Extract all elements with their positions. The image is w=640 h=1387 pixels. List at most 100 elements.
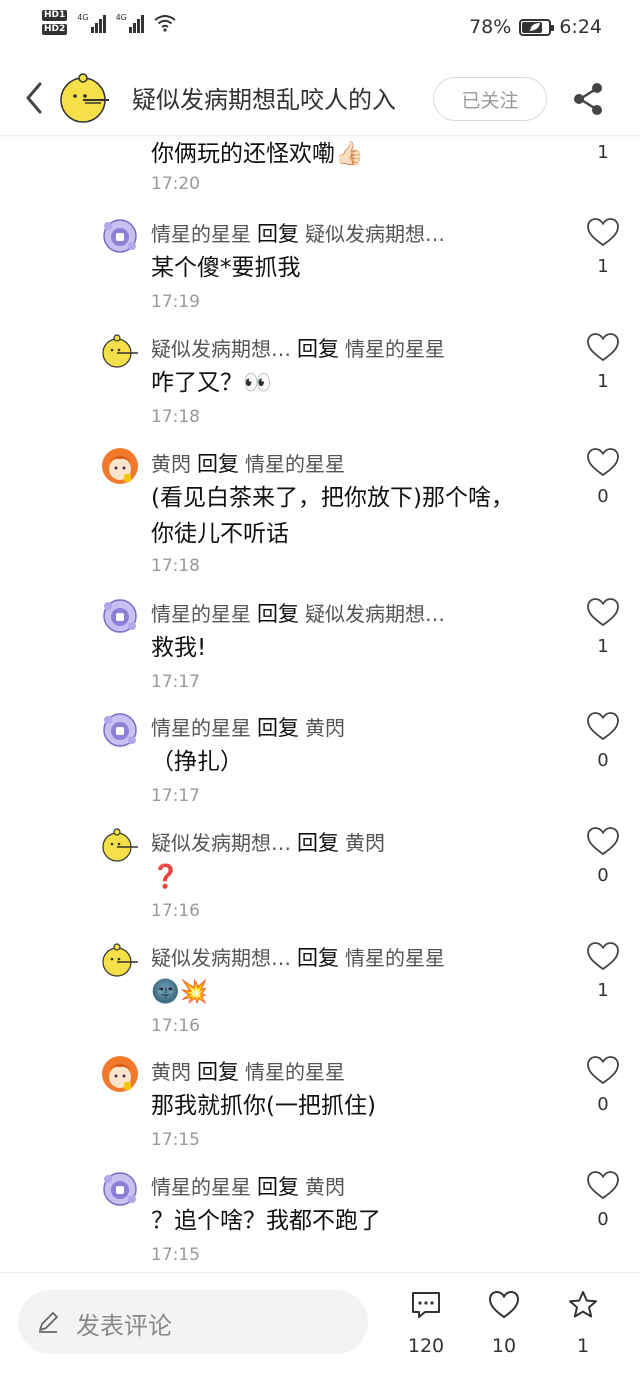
like-count: 1 xyxy=(597,636,609,657)
comment-author[interactable]: 疑似发病期想… xyxy=(151,831,291,855)
reply-label: 回复 xyxy=(257,1175,299,1199)
comments-button[interactable]: 120 xyxy=(396,1289,456,1369)
reply-label: 回复 xyxy=(297,831,339,855)
comments-count: 120 xyxy=(407,1335,445,1357)
like-heart-icon[interactable] xyxy=(586,1054,620,1086)
reply-label: 回复 xyxy=(257,222,299,246)
like-count: 1 xyxy=(597,980,609,1001)
comment-author[interactable]: 黄閃 xyxy=(151,1060,191,1084)
like-heart-icon[interactable] xyxy=(586,216,620,248)
reply-target[interactable]: 情星的星星 xyxy=(345,946,445,970)
signal-icon: 4G xyxy=(77,13,106,33)
comment-text: （挣扎） xyxy=(151,749,243,775)
like-heart-icon[interactable] xyxy=(586,710,620,742)
comment-time: 17:16 xyxy=(151,901,200,921)
likes-count: 10 xyxy=(491,1335,517,1357)
comment-author[interactable]: 情星的星星 xyxy=(151,1175,251,1199)
battery-icon xyxy=(519,18,555,36)
like-button[interactable]: 10 xyxy=(474,1289,534,1369)
comment-text: ❓ xyxy=(151,864,180,890)
comment-author[interactable]: 疑似发病期想… xyxy=(151,337,291,361)
like-heart-icon[interactable] xyxy=(586,446,620,478)
like-count: 1 xyxy=(597,256,609,277)
orange-avatar-icon[interactable] xyxy=(100,1054,140,1094)
follow-button[interactable]: 已关注 xyxy=(433,77,547,121)
like-count: 0 xyxy=(597,1209,609,1230)
comment-meta: 黄閃 回复 情星的星星 xyxy=(151,1056,345,1086)
heart-icon xyxy=(488,1290,520,1319)
reply-target[interactable]: 黄閃 xyxy=(305,1175,345,1199)
reply-target[interactable]: 疑似发病期想… xyxy=(305,602,445,626)
like-count: 0 xyxy=(597,486,609,507)
purple-avatar-icon[interactable] xyxy=(100,1169,140,1209)
comment-author[interactable]: 情星的星星 xyxy=(151,222,251,246)
battery-percent: 78% xyxy=(469,16,512,38)
like-heart-icon[interactable] xyxy=(586,331,620,363)
like-count: 0 xyxy=(597,750,609,771)
status-left: HD1 HD2 4G 4G xyxy=(42,10,176,35)
reply-target[interactable]: 黄閃 xyxy=(345,831,385,855)
like-count: 1 xyxy=(597,142,609,163)
lemon-avatar-icon[interactable] xyxy=(100,331,140,371)
comment-author[interactable]: 情星的星星 xyxy=(151,602,251,626)
reply-label: 回复 xyxy=(197,1060,239,1084)
comment-author[interactable]: 情星的星星 xyxy=(151,716,251,740)
reply-label: 回复 xyxy=(257,716,299,740)
reply-target[interactable]: 黄閃 xyxy=(305,716,345,740)
purple-avatar-icon[interactable] xyxy=(100,596,140,636)
comment-meta: 情星的星星 回复 黄閃 xyxy=(151,1171,345,1201)
lemon-avatar-icon[interactable] xyxy=(100,825,140,865)
top-navigation: 疑似发病期想乱咬人的入 已关注 xyxy=(0,56,640,136)
comment-text: 你俩玩的还怪欢嘞👍🏻 xyxy=(151,141,364,167)
like-heart-icon[interactable] xyxy=(586,940,620,972)
comment-time: 17:18 xyxy=(151,556,200,576)
reply-target[interactable]: 疑似发病期想… xyxy=(305,222,445,246)
bottom-bar: 发表评论 120 10 1 xyxy=(0,1272,640,1387)
reply-label: 回复 xyxy=(197,452,239,476)
reply-label: 回复 xyxy=(297,337,339,361)
like-heart-icon[interactable] xyxy=(586,1169,620,1201)
purple-avatar-icon[interactable] xyxy=(100,710,140,750)
comment-text: 🌚💥 xyxy=(151,979,209,1005)
comment-time: 17:16 xyxy=(151,1016,200,1036)
comment-text: 咋了又？👀 xyxy=(151,370,272,396)
comment-time: 17:15 xyxy=(151,1245,200,1265)
reply-label: 回复 xyxy=(257,602,299,626)
comment-time: 17:18 xyxy=(151,407,200,427)
comment-bubble-icon xyxy=(412,1292,440,1318)
comment-input[interactable]: 发表评论 xyxy=(18,1290,368,1354)
comment-text: (看见白茶来了，把你放下)那个啥，你徒儿不听话 xyxy=(151,485,514,547)
like-count: 0 xyxy=(597,1094,609,1115)
comment-meta: 疑似发病期想… 回复 情星的星星 xyxy=(151,333,445,363)
favorite-button[interactable]: 1 xyxy=(553,1289,613,1369)
comment-text: 那我就抓你(一把抓住) xyxy=(151,1093,376,1119)
like-count: 0 xyxy=(597,865,609,886)
like-heart-icon[interactable] xyxy=(586,825,620,857)
comment-meta: 情星的星星 回复 疑似发病期想… xyxy=(151,598,445,628)
reply-target[interactable]: 情星的星星 xyxy=(245,1060,345,1084)
back-arrow-icon[interactable] xyxy=(20,80,50,116)
purple-avatar-icon[interactable] xyxy=(100,216,140,256)
favorites-count: 1 xyxy=(576,1335,590,1357)
comment-author[interactable]: 疑似发病期想… xyxy=(151,946,291,970)
comment-meta: 疑似发病期想… 回复 黄閃 xyxy=(151,827,385,857)
comment-time: 17:17 xyxy=(151,786,200,806)
like-heart-icon[interactable] xyxy=(586,596,620,628)
orange-avatar-icon[interactable] xyxy=(100,446,140,486)
reply-target[interactable]: 情星的星星 xyxy=(245,452,345,476)
like-count: 1 xyxy=(597,371,609,392)
comment-input-placeholder: 发表评论 xyxy=(76,1312,172,1340)
share-icon[interactable] xyxy=(570,81,606,117)
reply-label: 回复 xyxy=(297,946,339,970)
reply-target[interactable]: 情星的星星 xyxy=(345,337,445,361)
comment-time: 17:15 xyxy=(151,1130,200,1150)
lemon-avatar-icon[interactable] xyxy=(55,70,111,126)
page-title: 疑似发病期想乱咬人的入 xyxy=(132,86,396,114)
comment-time: 17:17 xyxy=(151,672,200,692)
clock: 6:24 xyxy=(559,16,602,38)
comment-meta: 黄閃 回复 情星的星星 xyxy=(151,448,345,478)
star-icon xyxy=(569,1291,597,1318)
comment-author[interactable]: 黄閃 xyxy=(151,452,191,476)
lemon-avatar-icon[interactable] xyxy=(100,940,140,980)
comment-time: 17:19 xyxy=(151,292,200,312)
